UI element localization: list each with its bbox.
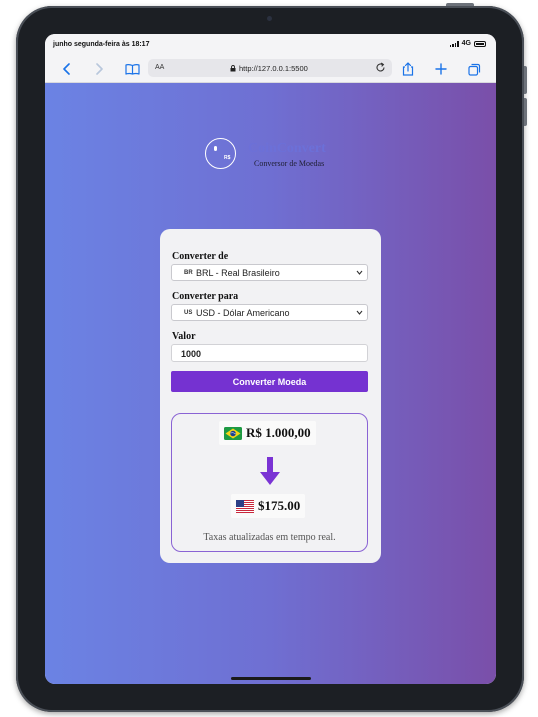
source-amount: R$ 1.000,00: [219, 421, 316, 445]
signal-icon: [449, 40, 459, 47]
brazil-flag-icon: [224, 426, 242, 440]
status-indicators: 4G: [449, 40, 486, 47]
back-icon[interactable]: [59, 60, 73, 78]
from-label: Converter de: [172, 251, 229, 262]
browser-toolbar: AA http://127.0.0.1:5500: [45, 56, 496, 83]
to-currency-value: USD - Dólar Americano: [196, 308, 290, 318]
result-panel: R$ 1.000,00 $175.00 Taxas atualizadas em…: [171, 413, 368, 552]
amount-value: 1000: [181, 349, 202, 359]
share-icon[interactable]: [401, 60, 415, 78]
from-currency-select[interactable]: BR BRL - Real Brasileiro: [171, 264, 368, 281]
amount-label: Valor: [172, 331, 196, 342]
network-label: 4G: [461, 40, 471, 47]
to-currency-select[interactable]: US USD - Dólar Americano: [171, 304, 368, 321]
url-text: http://127.0.0.1:5500: [239, 64, 308, 73]
new-tab-icon[interactable]: [434, 60, 448, 78]
arrow-down-icon: [259, 457, 281, 491]
target-amount-value: $175.00: [258, 498, 301, 513]
battery-icon: [474, 40, 486, 47]
rates-note: Taxas atualizadas em tempo real.: [203, 532, 336, 543]
amount-input[interactable]: 1000: [171, 344, 368, 362]
front-camera: [267, 16, 272, 21]
reload-icon[interactable]: [375, 62, 386, 75]
power-button: [446, 3, 474, 6]
bookmarks-icon[interactable]: [124, 60, 140, 78]
volume-down-button: [524, 98, 527, 126]
from-currency-value: BRL - Real Brasileiro: [196, 268, 280, 278]
status-bar: junho segunda-feira às 18:17 4G: [45, 34, 496, 56]
text-size-button[interactable]: AA: [155, 64, 164, 71]
chevron-down-icon: [356, 268, 363, 279]
convert-button-label: Converter Moeda: [232, 376, 307, 387]
tabs-icon[interactable]: [467, 60, 481, 78]
convert-button[interactable]: Converter Moeda: [171, 371, 368, 392]
usa-flag-icon: [236, 499, 254, 513]
address-bar[interactable]: AA http://127.0.0.1:5500: [148, 59, 392, 77]
app-title: CoinConvert: [248, 141, 326, 156]
app-header: R$ CoinConvert Conversor de Moedas: [205, 137, 345, 173]
url-display[interactable]: http://127.0.0.1:5500: [230, 64, 308, 73]
to-flag-code: US: [184, 310, 193, 316]
screen: junho segunda-feira às 18:17 4G AA http:…: [45, 34, 496, 684]
source-amount-value: R$ 1.000,00: [246, 425, 311, 440]
logo-badge: R$: [224, 155, 231, 161]
web-page: R$ CoinConvert Conversor de Moedas Conve…: [45, 83, 496, 684]
from-flag-code: BR: [184, 270, 193, 276]
status-time: junho segunda-feira às 18:17: [53, 41, 150, 48]
home-indicator: [231, 677, 311, 680]
lock-icon: [230, 65, 236, 72]
forward-icon[interactable]: [92, 60, 106, 78]
converter-card: Converter de BR BRL - Real Brasileiro Co…: [160, 229, 381, 563]
target-amount: $175.00: [231, 494, 306, 518]
app-subtitle: Conversor de Moedas: [254, 159, 325, 168]
to-label: Converter para: [172, 291, 239, 302]
volume-up-button: [524, 66, 527, 94]
coin-logo-icon: R$: [205, 138, 236, 169]
chevron-down-icon: [356, 308, 363, 319]
